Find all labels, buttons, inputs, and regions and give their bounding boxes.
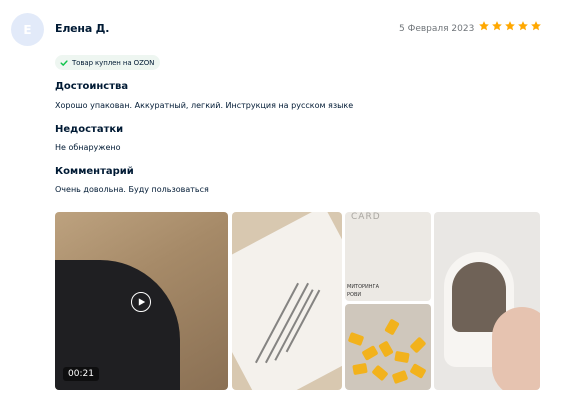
- lancet: [409, 363, 427, 379]
- photo-card-line: МИТОРИНГА: [347, 284, 380, 290]
- star-icon: [518, 21, 528, 31]
- author-name[interactable]: Елена Д.: [55, 22, 109, 35]
- review-video[interactable]: 00:21: [55, 212, 228, 390]
- star-icon: [505, 21, 515, 31]
- check-icon: [60, 59, 68, 66]
- lancet: [384, 318, 400, 336]
- lancet: [347, 331, 365, 347]
- rating-stars: [478, 20, 542, 32]
- play-icon[interactable]: [131, 292, 151, 312]
- review-photo-container[interactable]: [434, 212, 540, 390]
- lancet: [352, 362, 368, 376]
- star-icon: [531, 21, 541, 31]
- review-photo-box[interactable]: [232, 212, 342, 390]
- star-icon: [479, 21, 489, 31]
- comment-text: Очень довольна. Буду пользоваться: [55, 185, 209, 194]
- cons-text: Не обнаружено: [55, 143, 121, 152]
- photo-card-line: РОВИ: [347, 292, 362, 298]
- lancet: [378, 340, 394, 358]
- avatar: Е: [11, 13, 44, 46]
- lancet: [371, 364, 389, 382]
- lancet: [361, 345, 379, 361]
- lancet: [394, 350, 410, 364]
- purchased-badge-text: Товар куплен на OZON: [72, 58, 155, 67]
- lancet: [391, 369, 409, 385]
- pros-heading: Достоинства: [55, 81, 129, 92]
- review-photo-lancets[interactable]: [345, 304, 431, 390]
- comment-heading: Комментарий: [55, 166, 134, 177]
- photo-card-caption: CARD: [351, 212, 381, 222]
- avatar-letter: Е: [23, 22, 32, 37]
- cons-heading: Недостатки: [55, 124, 124, 135]
- purchased-badge: Товар куплен на OZON: [55, 55, 161, 70]
- video-duration: 00:21: [63, 367, 99, 381]
- star-icon: [492, 21, 502, 31]
- hand: [492, 307, 540, 390]
- review-date: 5 Февраля 2023: [399, 24, 475, 34]
- review-photo-card[interactable]: CARD МИТОРИНГА РОВИ: [345, 212, 431, 301]
- lancet: [409, 336, 427, 354]
- pros-text: Хорошо упакован. Аккуратный, легкий. Инс…: [55, 101, 354, 110]
